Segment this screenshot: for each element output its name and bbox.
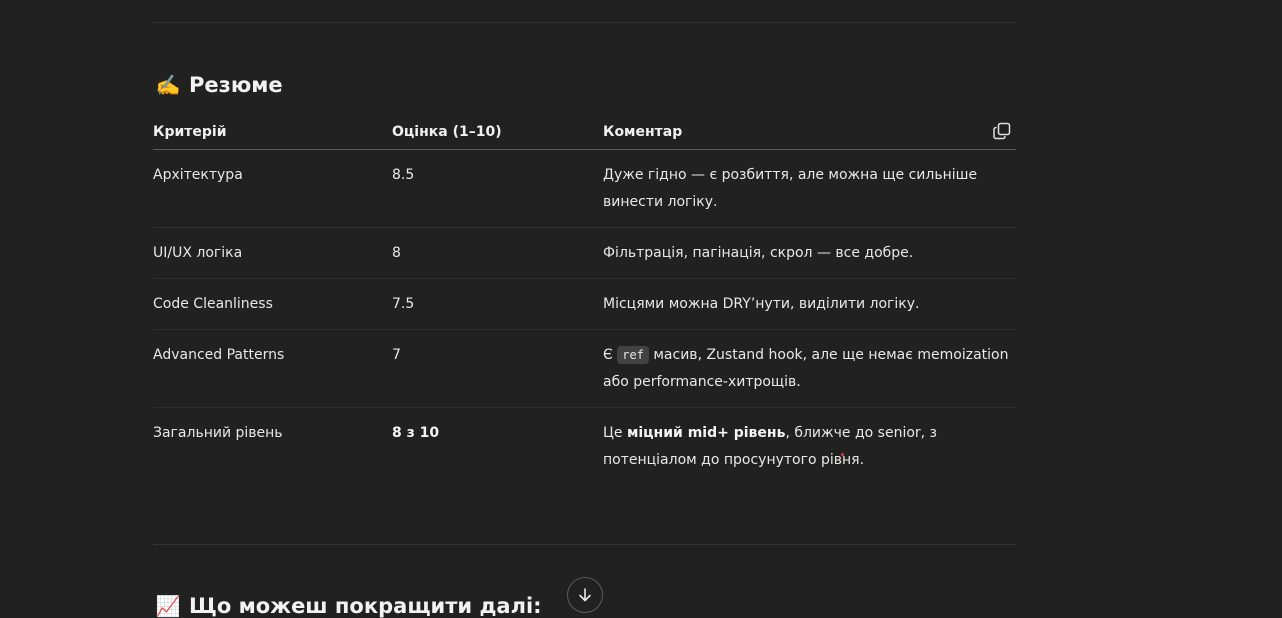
- comment-bold-text: міцний mid+ рівень: [626, 425, 786, 441]
- comment-line: Фільтрація, пагінація, скрол — все добре…: [603, 245, 914, 261]
- comment-line: Це міцний mid+ рівень, ближче до senior,…: [603, 420, 1013, 447]
- chart-increasing-icon: 📈: [155, 594, 181, 618]
- comment-line: або performance-хитрощів.: [603, 374, 801, 390]
- row-comment: Є ref масив, Zustand hook, але ще немає …: [603, 342, 1013, 396]
- row-score: 8.5: [392, 167, 415, 183]
- row-criterion: UI/UX логіка: [153, 245, 243, 261]
- copy-icon: [993, 122, 1011, 140]
- comment-line: винести логіку.: [603, 194, 718, 210]
- row-criterion: Загальний рівень: [153, 425, 283, 441]
- row-score: 8: [392, 245, 401, 261]
- row-criterion: Advanced Patterns: [153, 347, 285, 363]
- row-criterion: Архітектура: [153, 167, 243, 183]
- table-row: Архітектура 8.5 Дуже гідно — є розбиття,…: [153, 150, 1016, 228]
- comment-line: Дуже гідно — є розбиття, але можна ще си…: [603, 167, 978, 183]
- comment-line: потенціалом до просунутого рівня.: [603, 452, 865, 468]
- bottom-divider: [153, 544, 1016, 545]
- row-criterion: Code Cleanliness: [153, 296, 273, 312]
- arrow-down-icon: [579, 588, 591, 602]
- table-row: Code Cleanliness 7.5 Місцями можна DRY’н…: [153, 279, 1016, 330]
- comment-text: Є: [603, 347, 613, 363]
- inline-code: ref: [617, 346, 649, 364]
- writing-hand-icon: ✍️: [155, 73, 181, 97]
- table-row: UI/UX логіка 8 Фільтрація, пагінація, ск…: [153, 228, 1016, 279]
- row-comment: Це міцний mid+ рівень, ближче до senior,…: [603, 420, 1013, 474]
- comment-line: Місцями можна DRY’нути, виділити логіку.: [603, 296, 920, 312]
- comment-text: , ближче до senior, з: [785, 425, 937, 441]
- header-comment: Коментар: [603, 124, 683, 140]
- header-score: Оцінка (1–10): [392, 124, 502, 140]
- cursor-marker: [841, 453, 844, 456]
- table-row: Загальний рівень 8 з 10 Це міцний mid+ р…: [153, 408, 1016, 485]
- comment-text: Це: [603, 425, 623, 441]
- summary-title: Резюме: [189, 73, 283, 97]
- comment-text: масив, Zustand hook, але ще немає memoiz…: [653, 347, 1009, 363]
- top-divider: [153, 22, 1016, 23]
- summary-table: Критерій Оцінка (1–10) Коментар Архітект…: [153, 116, 1016, 485]
- row-score: 7: [392, 347, 401, 363]
- summary-heading: ✍️ Резюме: [155, 73, 283, 97]
- header-criterion: Критерій: [153, 124, 227, 140]
- row-comment: Дуже гідно — є розбиття, але можна ще си…: [603, 162, 1013, 216]
- row-score: 8 з 10: [392, 425, 440, 441]
- row-comment: Фільтрація, пагінація, скрол — все добре…: [603, 240, 1013, 267]
- table-header: Критерій Оцінка (1–10) Коментар: [153, 116, 1016, 150]
- next-section-heading: 📈 Що можеш покращити далі:: [155, 594, 542, 618]
- comment-line: Є ref масив, Zustand hook, але ще немає …: [603, 342, 1013, 369]
- table-row: Advanced Patterns 7 Є ref масив, Zustand…: [153, 330, 1016, 408]
- copy-table-button[interactable]: [992, 121, 1012, 141]
- next-section-title: Що можеш покращити далі:: [189, 594, 542, 618]
- scroll-to-bottom-button[interactable]: [567, 577, 603, 613]
- row-score: 7.5: [392, 296, 415, 312]
- row-comment: Місцями можна DRY’нути, виділити логіку.: [603, 291, 1013, 318]
